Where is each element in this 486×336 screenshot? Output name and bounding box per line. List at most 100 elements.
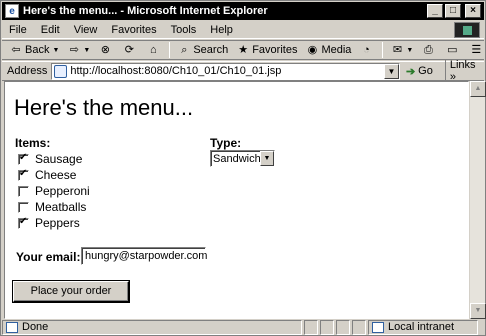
status-cell-empty (336, 319, 350, 335)
menu-favorites[interactable]: Favorites (104, 24, 163, 36)
type-select[interactable]: Sandwich ▼ (210, 150, 275, 167)
vertical-scrollbar[interactable]: ▲ ▼ (469, 81, 486, 319)
address-dropdown-icon[interactable]: ▼ (383, 63, 399, 79)
menu-bar: File Edit View Favorites Tools Help (2, 21, 484, 39)
favorites-icon: ★ (238, 44, 249, 56)
menu-help[interactable]: Help (203, 24, 240, 36)
sausage-label: Sausage (35, 152, 83, 166)
items-checkbox-list: Sausage Cheese Pepperoni Meatballs Peppe… (18, 151, 90, 231)
type-label: Type: (210, 136, 242, 150)
status-text: Done (22, 321, 49, 333)
page-icon (54, 64, 68, 78)
media-icon: ◉ (307, 44, 318, 56)
zone-cell: Local intranet (368, 319, 478, 335)
mail-button[interactable]: ✉ ▼ (386, 43, 417, 57)
history-icon: ◔ (363, 44, 370, 56)
email-field[interactable]: hungry@starpowder.com (81, 247, 207, 265)
peppers-label: Peppers (35, 216, 80, 230)
home-button[interactable]: ⌂ (142, 43, 166, 57)
stop-icon: ⊗ (100, 44, 110, 56)
scroll-down-icon[interactable]: ▼ (470, 303, 486, 319)
meatballs-checkbox[interactable] (18, 201, 29, 213)
item-pepperoni[interactable]: Pepperoni (18, 183, 90, 199)
pepperoni-checkbox[interactable] (18, 185, 29, 197)
standard-toolbar: ⇦ Back ▼ ⇨ ▼ ⊗ ⟳ ⌂ ⌕ Search ★ Favorites ◉ Medi… (2, 40, 484, 60)
forward-dropdown-icon[interactable]: ▼ (83, 47, 90, 54)
email-label: Your email: (16, 250, 81, 264)
back-arrow-icon: ⇦ (11, 44, 21, 56)
status-cell-empty (320, 319, 334, 335)
search-label: Search (193, 44, 229, 56)
sausage-checkbox[interactable] (18, 152, 29, 165)
edit-icon: ▭ (447, 44, 458, 56)
back-dropdown-icon[interactable]: ▼ (52, 47, 59, 54)
address-url[interactable]: http://localhost:8080/Ch10_01/Ch10_01.js… (70, 65, 281, 77)
status-cell-empty (352, 319, 366, 335)
refresh-button[interactable]: ⟳ (118, 43, 142, 57)
search-button[interactable]: ⌕ Search (173, 43, 232, 57)
item-sausage[interactable]: Sausage (18, 151, 90, 167)
menu-tools[interactable]: Tools (164, 24, 204, 36)
back-button[interactable]: ⇦ Back ▼ (5, 43, 63, 57)
menu-file[interactable]: File (2, 24, 34, 36)
place-order-button[interactable]: Place your order (12, 280, 130, 303)
mail-icon: ✉ (392, 44, 403, 56)
meatballs-label: Meatballs (35, 200, 87, 214)
refresh-icon: ⟳ (124, 44, 134, 56)
type-select-value: Sandwich (213, 152, 261, 165)
ie-app-icon: e (5, 4, 19, 18)
links-button[interactable]: Links » (444, 59, 484, 83)
status-text-cell: Done (2, 319, 302, 335)
maximize-button[interactable]: □ (445, 4, 461, 18)
discuss-button[interactable]: ☰ (465, 43, 486, 57)
address-label: Address (7, 65, 48, 77)
go-button[interactable]: ➔ Go (406, 65, 433, 78)
go-arrow-icon: ➔ (405, 65, 416, 78)
history-button[interactable]: ◔ (355, 43, 379, 57)
item-peppers[interactable]: Peppers (18, 215, 90, 231)
pepperoni-label: Pepperoni (35, 184, 90, 198)
title-bar: e Here's the menu... - Microsoft Interne… (2, 2, 484, 20)
media-button[interactable]: ◉ Media (301, 43, 355, 57)
menu-edit[interactable]: Edit (34, 24, 67, 36)
status-bar: Done Local intranet (2, 319, 484, 335)
minimize-button[interactable]: _ (427, 4, 443, 18)
chevron-down-icon[interactable]: ▼ (260, 151, 274, 166)
links-label: Links (449, 59, 476, 71)
close-button[interactable]: × (465, 4, 481, 18)
home-icon: ⌂ (150, 44, 157, 56)
search-icon: ⌕ (181, 44, 188, 56)
forward-arrow-icon: ⇨ (69, 44, 80, 56)
go-label: Go (418, 65, 433, 77)
browser-window: e Here's the menu... - Microsoft Interne… (0, 0, 486, 336)
print-button[interactable]: ⎙ (417, 43, 441, 57)
mail-dropdown-icon[interactable]: ▼ (406, 47, 413, 54)
item-meatballs[interactable]: Meatballs (18, 199, 90, 215)
address-input[interactable]: http://localhost:8080/Ch10_01/Ch10_01.js… (51, 62, 400, 80)
cheese-checkbox[interactable] (18, 168, 29, 181)
scroll-up-icon[interactable]: ▲ (470, 81, 486, 97)
item-cheese[interactable]: Cheese (18, 167, 90, 183)
media-label: Media (321, 44, 352, 56)
menu-view[interactable]: View (67, 24, 105, 36)
edit-button[interactable]: ▭ (441, 43, 465, 57)
back-label: Back (25, 44, 50, 56)
address-bar: Address http://localhost:8080/Ch10_01/Ch… (2, 59, 484, 83)
discuss-icon: ☰ (471, 44, 482, 56)
forward-button[interactable]: ⇨ ▼ (63, 43, 94, 57)
favorites-label: Favorites (252, 44, 298, 56)
windows-logo-icon (454, 22, 480, 38)
status-cell-empty (304, 319, 318, 335)
stop-button[interactable]: ⊗ (94, 43, 118, 57)
favorites-button[interactable]: ★ Favorites (232, 43, 301, 57)
page-content: Here's the menu... Items: Sausage Cheese… (4, 81, 469, 319)
cheese-label: Cheese (35, 168, 77, 182)
page-done-icon (6, 321, 18, 333)
toolbar-separator (382, 42, 384, 58)
peppers-checkbox[interactable] (18, 216, 29, 229)
toolbar-separator (169, 42, 171, 58)
intranet-icon (372, 321, 384, 333)
zone-text: Local intranet (388, 321, 455, 333)
window-title: Here's the menu... - Microsoft Internet … (23, 5, 268, 17)
items-label: Items: (15, 136, 51, 150)
